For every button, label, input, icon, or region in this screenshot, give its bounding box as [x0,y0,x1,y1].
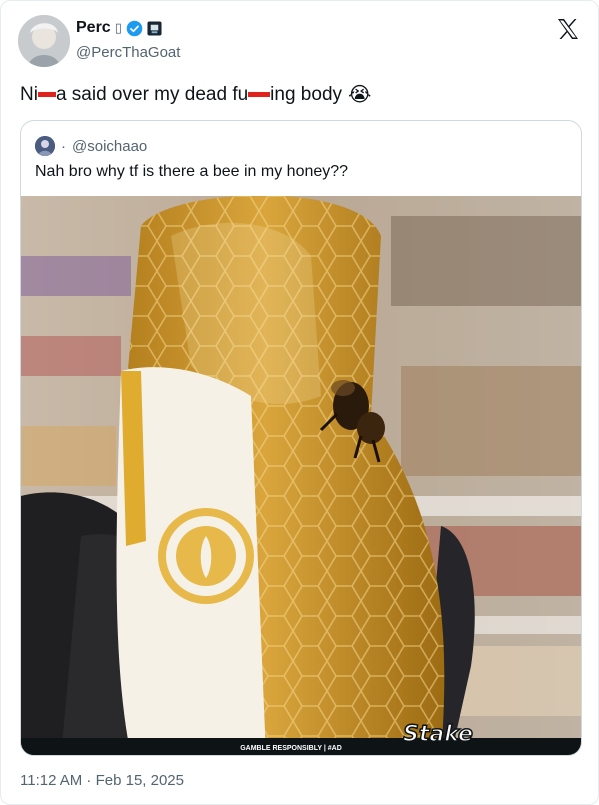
censor-bar [37,91,56,97]
author-avatar[interactable] [18,15,70,67]
name-suffix-glyph: ▯ [114,20,122,35]
author-handle[interactable]: @PercThaGoat [76,44,180,61]
author-display-name[interactable]: Perc [76,19,111,37]
quoted-handle[interactable]: @soichaao [72,138,147,155]
tweet-timestamp[interactable]: 11:12 AM · Feb 15, 2025 [20,772,184,789]
tweet-text-part-3: ing body [270,83,343,105]
x-logo-icon[interactable] [556,17,580,41]
crying-emoji-icon: 😭 [348,84,372,106]
tweet-card: Perc ▯ @PercThaGoat Ni a said over my dea… [0,0,599,805]
ad-disclaimer-text: GAMBLE RESPONSIBLY | #AD [240,745,342,752]
censor-bar [248,91,271,97]
quoted-header: · @soichaao [35,136,147,156]
tweet-text-part-1: Ni [20,83,38,105]
quoted-tweet[interactable]: · @soichaao Nah bro why tf is there a be… [20,120,582,756]
verified-badge-icon [126,20,143,36]
tweet-text-part-2: a said over my dead fu [55,83,249,105]
stake-logo-text: Stake [403,722,473,747]
author-name-row: Perc ▯ [76,19,162,37]
quoted-avatar[interactable] [35,136,55,156]
tweet-text: Ni a said over my dead fu ing body 😭 [20,82,371,107]
quoted-text: Nah bro why tf is there a bee in my hone… [35,163,349,180]
affiliate-badge-icon[interactable] [147,20,162,36]
quoted-separator: · [61,137,66,155]
quoted-media-image[interactable]: GAMBLE RESPONSIBLY | #AD Stake [21,196,581,755]
